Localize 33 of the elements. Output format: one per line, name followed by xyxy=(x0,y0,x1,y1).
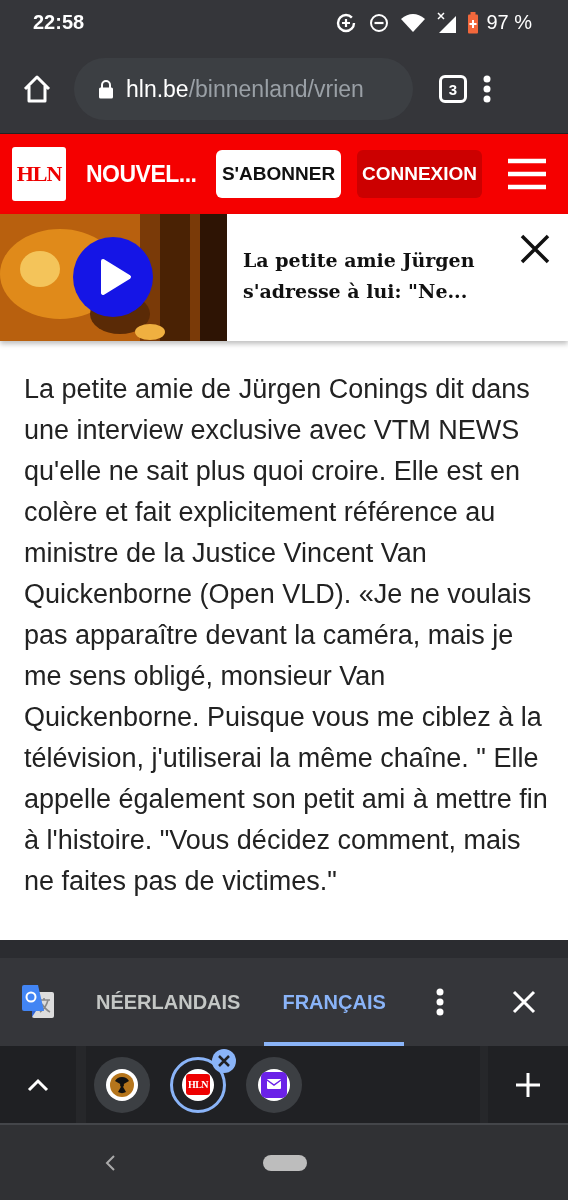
article-paragraph: La petite amie de Jürgen Conings dit dans une interview exclusive avec VTM NEWS qu'elle ne sait plus quoi croire. Elle est en colère et fait explicitement référence au ministre de la Justice Vincent Van Quickenborne (Open VLD). «Je ne voulais pas apparaître devant la caméra, mais je me sens obligé, monsieur Van Quickenborne. Puisque vous me ciblez à la télévision, j'utiliserai la même chaîne. " Elle appelle également son petit ami à mettre fin à l'histoire. "Vous décidez comment, mais ne faites pas de victimes." xyxy=(23,373,549,898)
play-button[interactable] xyxy=(73,237,153,317)
battery-icon xyxy=(467,11,480,34)
teaser-title[interactable]: La petite amie Jürgen s'adresse à lui: "Ne... xyxy=(243,245,493,307)
data-saver-icon xyxy=(335,11,358,34)
home-icon[interactable] xyxy=(22,74,52,104)
radiation-icon xyxy=(110,1072,134,1097)
close-icon[interactable] xyxy=(520,234,550,264)
address-bar[interactable]: hln.be/binnenland/vrien xyxy=(74,58,413,120)
section-title: NOUVEL... xyxy=(86,160,198,188)
language-tab[interactable]: NÉERLANDAIS xyxy=(78,958,259,1046)
signal-icon xyxy=(436,11,457,34)
wifi-icon xyxy=(401,12,426,33)
subscribe-button[interactable]: S'ABONNER xyxy=(216,150,341,198)
more-options-icon[interactable] xyxy=(483,75,491,103)
do-not-disturb-icon xyxy=(368,11,391,34)
new-tab-icon[interactable] xyxy=(516,1072,540,1097)
chevron-up-icon[interactable] xyxy=(27,1077,49,1092)
battery-percentage: 97 % xyxy=(486,11,532,34)
back-icon[interactable] xyxy=(104,1153,116,1172)
more-options-icon[interactable] xyxy=(436,988,444,1016)
tab-count-button[interactable]: 3 xyxy=(439,75,467,103)
site-logo[interactable]: HLN xyxy=(12,147,66,201)
lock-icon xyxy=(98,79,114,99)
mail-icon xyxy=(261,1071,287,1098)
home-pill[interactable] xyxy=(263,1154,307,1171)
site-logo: HLN xyxy=(185,1074,211,1095)
menu-icon[interactable] xyxy=(508,158,546,190)
translate-icon[interactable] xyxy=(20,984,56,1020)
url-text: hln.be/binnenland/vrien xyxy=(126,75,364,103)
status-time: 22:58 xyxy=(33,11,85,34)
login-button[interactable]: CONNEXION xyxy=(357,150,482,198)
close-tab-button[interactable] xyxy=(212,1048,236,1073)
